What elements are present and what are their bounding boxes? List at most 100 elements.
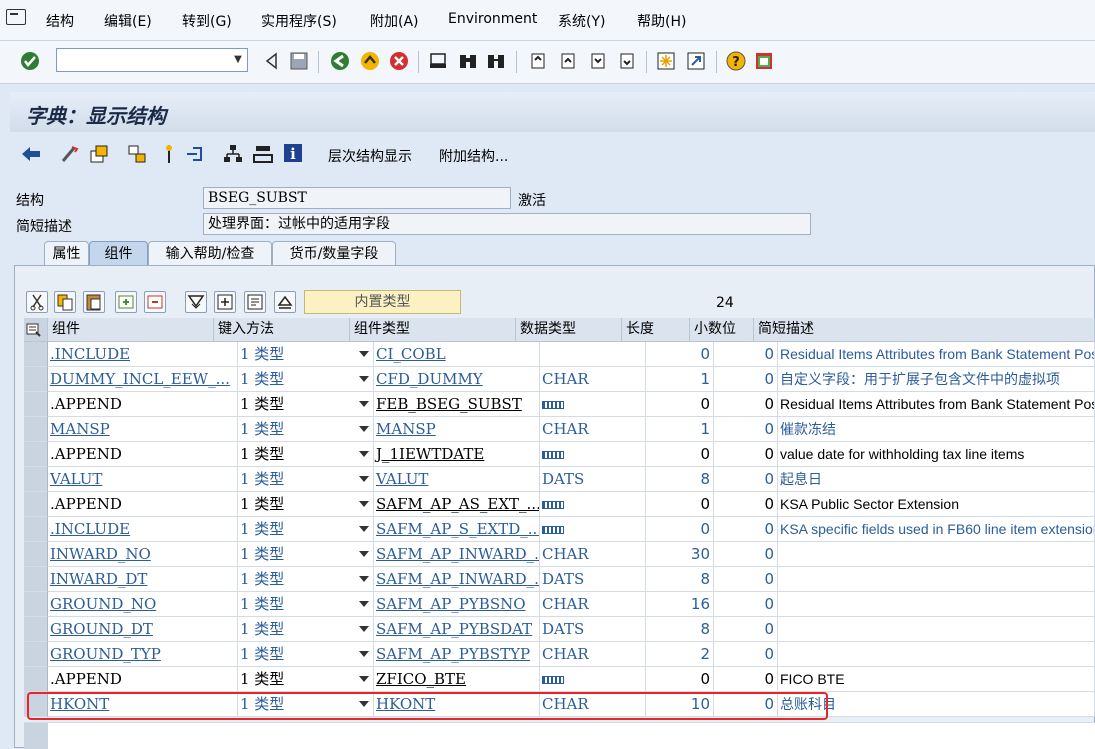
paste-icon[interactable]: [83, 291, 105, 313]
typing-method-cell[interactable]: 1 类型: [238, 692, 374, 717]
chevron-down-icon[interactable]: [359, 376, 369, 382]
component-type-cell[interactable]: J_1IEWTDATE: [374, 442, 540, 467]
chevron-down-icon[interactable]: [359, 626, 369, 632]
last-page-icon[interactable]: [617, 51, 637, 71]
print-icon[interactable]: [428, 51, 448, 71]
typing-method-cell[interactable]: 1 类型: [238, 367, 374, 392]
column-header-length[interactable]: 长度: [622, 318, 690, 342]
menu-environment[interactable]: Environment: [448, 11, 537, 27]
menu-help[interactable]: 帮助(H): [637, 11, 686, 31]
typing-method-cell[interactable]: 1 类型: [238, 342, 374, 367]
component-cell[interactable]: DUMMY_INCL_EEW_...: [48, 367, 238, 392]
component-type-cell[interactable]: ZFICO_BTE: [374, 667, 540, 692]
column-header-data-type[interactable]: 数据类型: [516, 318, 622, 342]
chevron-down-icon[interactable]: [359, 526, 369, 532]
menu-system[interactable]: 系统(Y): [558, 11, 605, 31]
row-selector[interactable]: [24, 442, 48, 467]
component-cell[interactable]: .INCLUDE: [48, 342, 238, 367]
component-type-cell[interactable]: SAFM_AP_INWARD_...: [374, 567, 540, 592]
column-header-short-description[interactable]: 简短描述: [754, 318, 1095, 342]
typing-method-cell[interactable]: 1 类型: [238, 542, 374, 567]
column-header-component[interactable]: 组件: [48, 318, 214, 342]
builtin-type-button[interactable]: 内置类型: [304, 290, 461, 314]
sort-icon[interactable]: [274, 291, 296, 313]
chevron-down-icon[interactable]: [359, 451, 369, 457]
component-type-cell[interactable]: SAFM_AP_PYBSNO: [374, 592, 540, 617]
tab-components[interactable]: 组件: [89, 241, 148, 266]
check-icon[interactable]: [158, 143, 180, 165]
first-page-icon[interactable]: [528, 51, 548, 71]
column-header-decimals[interactable]: 小数位: [690, 318, 754, 342]
hierarchy-icon[interactable]: [222, 143, 244, 165]
component-type-cell[interactable]: MANSP: [374, 417, 540, 442]
column-header-component-type[interactable]: 组件类型: [350, 318, 516, 342]
menu-goto[interactable]: 转到(G): [182, 11, 232, 31]
graphic-icon[interactable]: [252, 143, 274, 165]
insert-row-icon[interactable]: [115, 291, 137, 313]
row-selector[interactable]: [24, 417, 48, 442]
create-session-icon[interactable]: [656, 51, 676, 71]
cut-icon[interactable]: [26, 291, 48, 313]
command-field-dropdown-icon[interactable]: ▼: [229, 49, 247, 71]
select-all-icon[interactable]: [214, 291, 236, 313]
other-object-icon[interactable]: [126, 143, 148, 165]
hierarchy-display-button[interactable]: 层次结构显示: [328, 146, 412, 166]
exit-icon[interactable]: [360, 51, 380, 71]
row-selector[interactable]: [24, 642, 48, 667]
row-selector[interactable]: [24, 667, 48, 692]
find-next-icon[interactable]: [486, 51, 506, 71]
customize-layout-icon[interactable]: [754, 51, 774, 71]
chevron-down-icon[interactable]: [359, 576, 369, 582]
chevron-down-icon[interactable]: [359, 476, 369, 482]
component-type-cell[interactable]: SAFM_AP_S_EXTD_...: [374, 517, 540, 542]
chevron-down-icon[interactable]: [359, 501, 369, 507]
row-selector[interactable]: [24, 492, 48, 517]
previous-page-icon[interactable]: [558, 51, 578, 71]
chevron-down-icon[interactable]: [359, 351, 369, 357]
row-selector[interactable]: [24, 342, 48, 367]
component-cell[interactable]: HKONT: [48, 692, 238, 717]
row-selector[interactable]: [24, 567, 48, 592]
chevron-down-icon[interactable]: [359, 551, 369, 557]
info-icon[interactable]: i: [282, 142, 304, 164]
short-description-field[interactable]: 处理界面：过帐中的适用字段: [203, 213, 811, 235]
column-header-typing-method[interactable]: 键入方法: [214, 318, 350, 342]
typing-method-cell[interactable]: 1 类型: [238, 667, 374, 692]
where-used-icon[interactable]: [184, 143, 206, 165]
component-cell[interactable]: MANSP: [48, 417, 238, 442]
filter-icon[interactable]: [185, 291, 207, 313]
typing-method-cell[interactable]: 1 类型: [238, 567, 374, 592]
structure-field[interactable]: BSEG_SUBST: [203, 187, 511, 209]
component-cell[interactable]: VALUT: [48, 467, 238, 492]
append-structure-button[interactable]: 附加结构...: [439, 146, 508, 166]
chevron-down-icon[interactable]: [359, 601, 369, 607]
row-selector[interactable]: [24, 723, 48, 749]
component-cell[interactable]: .INCLUDE: [48, 517, 238, 542]
typing-method-cell[interactable]: 1 类型: [238, 467, 374, 492]
component-type-cell[interactable]: HKONT: [374, 692, 540, 717]
chevron-down-icon[interactable]: [359, 676, 369, 682]
typing-method-cell[interactable]: 1 类型: [238, 517, 374, 542]
typing-method-cell[interactable]: 1 类型: [238, 617, 374, 642]
typing-method-cell[interactable]: 1 类型: [238, 392, 374, 417]
row-selector[interactable]: [24, 392, 48, 417]
shortcut-icon[interactable]: [686, 51, 706, 71]
menu-edit[interactable]: 编辑(E): [104, 11, 152, 31]
menu-structure[interactable]: 结构: [46, 11, 74, 31]
row-selector[interactable]: [24, 617, 48, 642]
component-cell[interactable]: .APPEND: [48, 667, 238, 692]
component-cell[interactable]: .APPEND: [48, 392, 238, 417]
row-selector[interactable]: [24, 467, 48, 492]
help-icon[interactable]: ?: [726, 51, 746, 71]
delete-row-icon[interactable]: [144, 291, 166, 313]
enter-icon[interactable]: [20, 51, 40, 71]
row-selector[interactable]: [24, 592, 48, 617]
back-triangle-icon[interactable]: [262, 51, 282, 71]
details-icon[interactable]: [244, 291, 266, 313]
cancel-icon[interactable]: [389, 51, 409, 71]
chevron-down-icon[interactable]: [359, 651, 369, 657]
menu-utilities[interactable]: 实用程序(S): [261, 11, 337, 31]
component-type-cell[interactable]: SAFM_AP_INWARD_...: [374, 542, 540, 567]
back-icon[interactable]: [330, 51, 350, 71]
component-type-cell[interactable]: SAFM_AP_PYBSDAT: [374, 617, 540, 642]
